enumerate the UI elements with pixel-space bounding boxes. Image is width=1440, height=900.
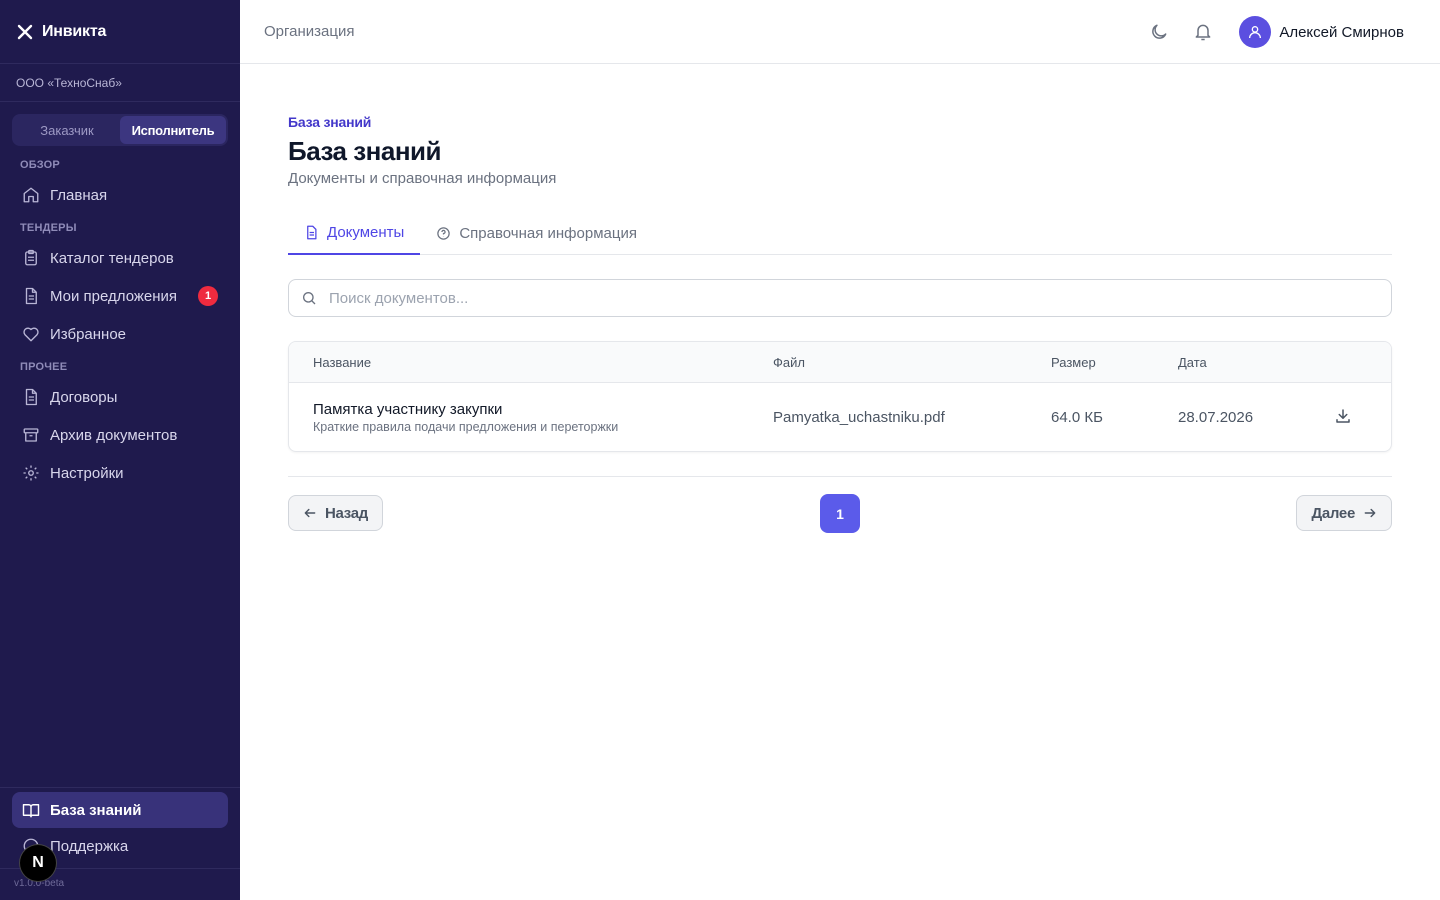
document-icon	[25, 287, 37, 305]
document-icon	[25, 388, 37, 406]
arrow-left-icon	[304, 508, 316, 518]
section-overview: ОБЗОР	[20, 159, 60, 171]
sidebar-item-label: Каталог тендеров	[50, 249, 174, 267]
sidebar-item-settings[interactable]: Настройки	[12, 455, 228, 491]
sidebar-item-label: База знаний	[50, 801, 142, 819]
role-customer-toggle[interactable]: Заказчик	[14, 116, 120, 144]
breadcrumb[interactable]: База знаний	[288, 114, 371, 130]
question-circle-icon	[437, 227, 451, 240]
open-book-icon	[22, 804, 40, 818]
role-contractor-toggle[interactable]: Исполнитель	[120, 116, 226, 144]
prev-page-button[interactable]: Назад	[288, 495, 383, 531]
dev-tools-badge[interactable]: N	[20, 845, 56, 881]
prev-page-label: Назад	[325, 504, 368, 522]
document-file[interactable]: Pamyatka_uchastniku.pdf	[773, 409, 945, 426]
sidebar-item-favorites[interactable]: Избранное	[12, 316, 228, 352]
sidebar-item-label: Архив документов	[50, 426, 178, 444]
heart-icon	[23, 327, 39, 342]
section-other: ПРОЧЕЕ	[20, 361, 68, 373]
sidebar-item-label: Мои предложения	[50, 287, 178, 305]
sidebar-item-catalog[interactable]: Каталог тендеров	[12, 240, 228, 276]
offers-count-badge: 1	[198, 286, 218, 306]
search-box[interactable]	[288, 279, 1392, 317]
tabs: Документы Справочная информация	[288, 212, 1392, 255]
column-header-name[interactable]: Название	[313, 355, 371, 370]
user-icon	[1249, 26, 1262, 39]
sidebar: Инвикта ООО «ТехноСнаб» Заказчик Исполни…	[0, 0, 240, 900]
column-header-size[interactable]: Размер	[1051, 355, 1096, 370]
tab-documents[interactable]: Документы	[288, 212, 421, 255]
notifications-button[interactable]	[1191, 20, 1215, 44]
role-switch: Заказчик Исполнитель	[12, 114, 228, 146]
home-icon	[23, 187, 39, 203]
sidebar-item-label: Договоры	[50, 388, 118, 406]
brand-name: Инвикта	[42, 22, 107, 40]
next-page-button[interactable]: Далее	[1296, 495, 1392, 531]
avatar[interactable]	[1239, 16, 1272, 48]
search-icon	[303, 292, 316, 305]
download-icon[interactable]	[1334, 407, 1352, 425]
theme-toggle-button[interactable]	[1147, 20, 1171, 44]
document-description: Краткие правила подачи предложения и пер…	[313, 420, 619, 434]
clipboard-icon	[25, 249, 37, 266]
tab-label: Справочная информация	[459, 225, 637, 242]
pagination-divider	[288, 476, 1392, 477]
documents-table: Название Файл Размер Дата Памятка участн…	[288, 341, 1392, 452]
sidebar-item-label: Поддержка	[50, 837, 129, 855]
moon-icon	[1152, 24, 1167, 39]
column-header-file[interactable]: Файл	[773, 355, 805, 370]
page-number-button[interactable]: 1	[820, 494, 860, 533]
topbar-actions: Алексей Смирнов	[1127, 0, 1404, 64]
sidebar-divider	[0, 787, 240, 788]
sidebar-item-label: Избранное	[50, 325, 127, 343]
table-row[interactable]: Памятка участнику закупки Краткие правил…	[289, 383, 1391, 451]
sidebar-item-archive[interactable]: Архив документов	[12, 417, 228, 453]
document-date: 28.07.2026	[1178, 409, 1254, 426]
tab-reference[interactable]: Справочная информация	[420, 212, 653, 255]
topbar: Организация Алексей Смирнов	[240, 0, 1440, 64]
bell-icon	[1195, 24, 1211, 41]
topbar-title[interactable]: Организация	[264, 23, 354, 40]
gear-icon	[23, 465, 39, 481]
sidebar-item-home[interactable]: Главная	[12, 177, 228, 213]
sidebar-item-label: Настройки	[50, 464, 124, 482]
column-header-date[interactable]: Дата	[1178, 355, 1207, 370]
organization-name[interactable]: ООО «ТехноСнаб»	[0, 64, 240, 102]
tab-label: Документы	[327, 224, 405, 241]
close-x-logo-icon	[17, 24, 33, 39]
page-subtitle: Документы и справочная информация	[288, 170, 557, 187]
sidebar-item-label: Главная	[50, 186, 108, 204]
document-title: Памятка участнику закупки	[313, 401, 503, 418]
page-title: База знаний	[288, 136, 442, 166]
sidebar-item-contracts[interactable]: Договоры	[12, 379, 228, 415]
document-size: 64.0 КБ	[1051, 409, 1103, 426]
archive-box-icon	[23, 428, 39, 442]
search-input[interactable]	[329, 289, 1329, 307]
sidebar-item-offers[interactable]: Мои предложения 1	[12, 278, 228, 314]
table-header: Название Файл Размер Дата	[289, 342, 1391, 383]
arrow-right-icon	[1364, 508, 1376, 518]
brand[interactable]: Инвикта	[0, 0, 240, 64]
sidebar-item-knowledge-base[interactable]: База знаний	[12, 792, 228, 828]
section-tenders: ТЕНДЕРЫ	[20, 222, 77, 234]
next-page-label: Далее	[1311, 504, 1355, 522]
user-name[interactable]: Алексей Смирнов	[1279, 24, 1404, 41]
document-icon	[307, 225, 317, 240]
